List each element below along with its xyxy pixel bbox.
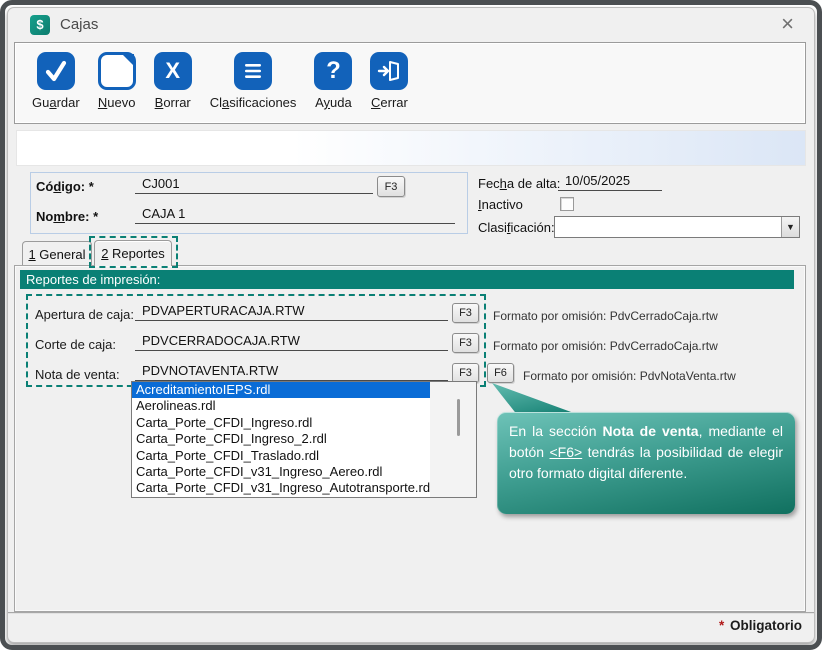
delete-x-icon: X <box>154 52 192 90</box>
required-asterisk: * <box>719 618 724 633</box>
list-item[interactable]: Carta_Porte_CFDI_v31_Ingreso_Autotranspo… <box>132 480 430 496</box>
cajas-window: $ Cajas × Guardar Nuevo X Borrar <box>7 7 815 643</box>
scrollbar-thumb[interactable] <box>457 399 460 436</box>
codigo-f3-button[interactable]: F3 <box>377 176 405 197</box>
nota-venta-field[interactable]: PDVNOTAVENTA.RTW <box>135 363 448 381</box>
borrar-button[interactable]: X Borrar <box>145 50 201 112</box>
callout-text: En la sección <box>509 423 603 439</box>
status-bar: * Obligatorio <box>8 614 814 643</box>
corte-field[interactable]: PDVCERRADOCAJA.RTW <box>135 333 448 351</box>
tab-general[interactable]: 1 General <box>22 241 92 266</box>
nombre-label: Nombre: * <box>36 209 98 224</box>
clasificaciones-button[interactable]: Clasificaciones <box>201 50 306 112</box>
inactivo-label: Inactivo <box>478 197 523 212</box>
ayuda-label: Ayuda <box>315 95 352 110</box>
guardar-button[interactable]: Guardar <box>23 50 89 112</box>
title-bar: $ Cajas × <box>8 8 814 41</box>
codigo-field[interactable]: CJ001 <box>135 176 373 194</box>
question-icon: ? <box>314 52 352 90</box>
new-page-icon <box>98 52 136 90</box>
corte-f3-button[interactable]: F3 <box>452 333 479 353</box>
screenshot-stage: $ Cajas × Guardar Nuevo X Borrar <box>0 0 822 650</box>
clasificacion-label: Clasificación: <box>478 220 555 235</box>
cerrar-button[interactable]: Cerrar <box>361 50 417 112</box>
nombre-field[interactable]: CAJA 1 <box>135 206 455 224</box>
list-item[interactable]: Carta_Porte_CFDI_Ingreso_2.rdl <box>132 431 430 447</box>
cerrar-label: Cerrar <box>371 95 408 110</box>
apertura-field[interactable]: PDVAPERTURACAJA.RTW <box>135 303 448 321</box>
list-item[interactable]: Aerolineas.rdl <box>132 398 430 414</box>
clasificacion-value <box>555 217 781 237</box>
scrollbar-track[interactable] <box>430 382 476 497</box>
chevron-down-icon[interactable]: ▼ <box>781 217 799 237</box>
tab-highlight-annotation <box>89 236 178 268</box>
app-icon: $ <box>30 15 50 35</box>
corte-default-format: Formato por omisión: PdvCerradoCaja.rtw <box>493 339 718 353</box>
list-icon <box>234 52 272 90</box>
inactivo-checkbox[interactable] <box>560 197 574 211</box>
header-banner <box>16 130 806 166</box>
check-icon <box>37 52 75 90</box>
corte-label: Corte de caja: <box>35 337 116 352</box>
window-title: Cajas <box>60 16 98 33</box>
fecha-alta-label: Fecha de alta: <box>478 176 560 191</box>
callout-bold-text: Nota de venta <box>603 423 699 439</box>
exit-door-icon <box>370 52 408 90</box>
callout-f6-ref: <F6> <box>549 444 582 460</box>
nota-venta-f3-button[interactable]: F3 <box>452 363 479 383</box>
close-icon[interactable]: × <box>777 12 798 36</box>
dollar-icon: $ <box>36 17 43 32</box>
section-header: Reportes de impresión: <box>20 270 794 289</box>
page-fold-icon <box>122 54 134 66</box>
borrar-label: Borrar <box>155 95 191 110</box>
fecha-alta-field[interactable]: 10/05/2025 <box>558 173 662 191</box>
codigo-label: Código: * <box>36 179 94 194</box>
obligatorio-note: * Obligatorio <box>719 618 802 633</box>
apertura-f3-button[interactable]: F3 <box>452 303 479 323</box>
callout: En la sección Nota de venta, mediante el… <box>497 412 795 514</box>
list-item[interactable]: Carta_Porte_CFDI_Ingreso.rdl <box>132 415 430 431</box>
apertura-label: Apertura de caja: <box>35 307 134 322</box>
nuevo-button[interactable]: Nuevo <box>89 50 145 112</box>
clasificaciones-label: Clasificaciones <box>210 95 297 110</box>
nuevo-label: Nuevo <box>98 95 136 110</box>
guardar-label: Guardar <box>32 95 80 110</box>
list-item[interactable]: Carta_Porte_CFDI_v31_Ingreso_Aereo.rdl <box>132 464 430 480</box>
list-item[interactable]: Carta_Porte_CFDI_Traslado.rdl <box>132 448 430 464</box>
ayuda-button[interactable]: ? Ayuda <box>305 50 361 112</box>
list-item[interactable]: AcreditamientoIEPS.rdl <box>132 382 430 398</box>
nota-venta-label: Nota de venta: <box>35 367 120 382</box>
toolbar: Guardar Nuevo X Borrar Clasificaciones ?… <box>14 42 806 124</box>
format-listbox[interactable]: AcreditamientoIEPS.rdl Aerolineas.rdl Ca… <box>131 381 477 498</box>
apertura-default-format: Formato por omisión: PdvCerradoCaja.rtw <box>493 309 718 323</box>
clasificacion-combo[interactable]: ▼ <box>554 216 800 238</box>
